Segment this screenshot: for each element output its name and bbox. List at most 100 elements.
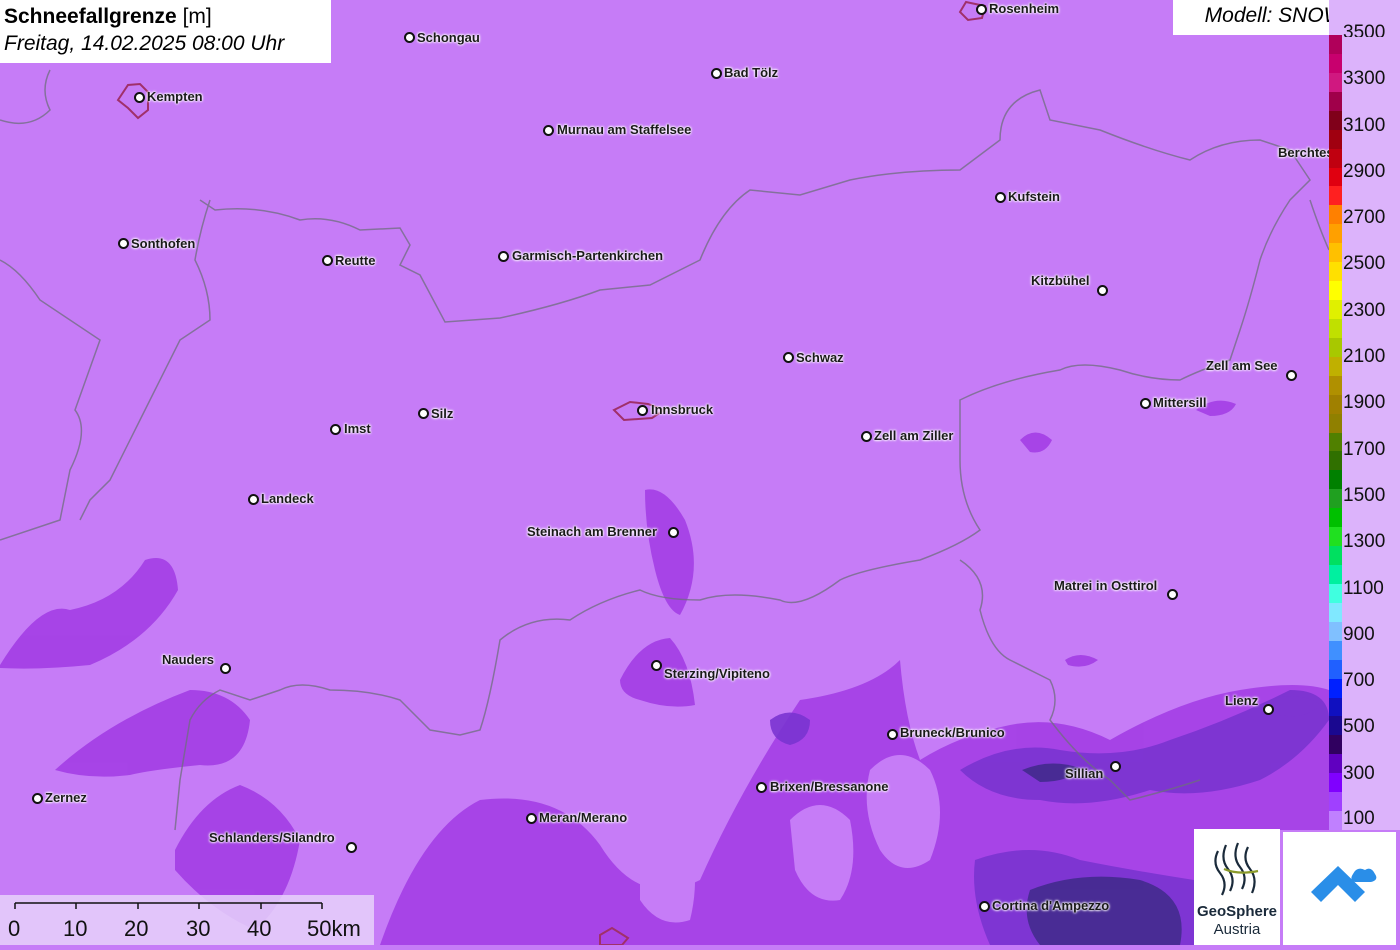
legend-swatch: [1329, 773, 1342, 793]
city-marker: [330, 424, 341, 435]
scale-label: 20: [124, 916, 149, 941]
legend-label: 1500: [1343, 485, 1386, 506]
city-label: Innsbruck: [651, 402, 714, 417]
legend-label: 1300: [1343, 531, 1386, 552]
city-label: Sterzing/Vipiteno: [664, 666, 770, 681]
city-marker: [418, 408, 429, 419]
city-marker: [756, 782, 767, 793]
city-label: Schwaz: [796, 350, 844, 365]
city-marker: [1110, 761, 1121, 772]
legend-swatch: [1329, 621, 1342, 642]
legend-label: 3300: [1343, 68, 1386, 89]
city-marker: [995, 192, 1006, 203]
legend-swatch: [1329, 337, 1342, 358]
city-marker: [1097, 285, 1108, 296]
legend-label: 100: [1343, 808, 1375, 829]
legend-swatch: [1329, 640, 1342, 661]
legend-label: 2100: [1343, 346, 1386, 367]
scale-label: 0: [8, 916, 21, 941]
legend-label: 1700: [1343, 439, 1386, 460]
city-marker: [861, 431, 872, 442]
legend-swatch: [1329, 110, 1342, 131]
city-marker: [651, 660, 662, 671]
city-marker: [887, 729, 898, 740]
legend-swatch: [1329, 205, 1342, 225]
city-marker: [32, 793, 43, 804]
legend-swatch: [1329, 792, 1342, 812]
city-label: Kufstein: [1008, 189, 1060, 204]
map-title: Schneefallgrenze [m]: [4, 4, 327, 30]
city-label: Schongau: [417, 30, 480, 45]
legend-swatch: [1329, 735, 1342, 755]
legend-swatch: [1329, 527, 1342, 547]
scale-label: 30: [186, 916, 211, 941]
city-marker: [783, 352, 794, 363]
map-title-unit: [m]: [182, 5, 212, 28]
legend-swatch: [1329, 262, 1342, 282]
map-title-main: Schneefallgrenze: [4, 5, 177, 28]
legend-swatch: [1329, 432, 1342, 452]
legend-swatch: [1329, 35, 1342, 55]
city-label: Bad Tölz: [724, 65, 779, 80]
city-marker: [220, 663, 231, 674]
legend-label: 300: [1343, 763, 1375, 784]
city-label: Mittersill: [1153, 395, 1207, 410]
city-marker: [976, 4, 987, 15]
city-label: Zell am See: [1206, 358, 1278, 373]
city-label: Lienz: [1225, 693, 1259, 708]
legend-swatch: [1329, 413, 1342, 433]
city-marker: [404, 32, 415, 43]
scale-label: 40: [247, 916, 272, 941]
title-panel: Schneefallgrenze [m] Freitag, 14.02.2025…: [0, 0, 331, 63]
snowgrid-logo: [1283, 832, 1396, 945]
legend-label: 900: [1343, 624, 1375, 645]
snowfall-map: [0, 0, 1400, 945]
legend-swatch: [1329, 356, 1342, 377]
city-marker: [134, 92, 145, 103]
legend-swatch: [1329, 167, 1342, 187]
city-label: Rosenheim: [989, 1, 1060, 16]
city-label: Zernez: [45, 790, 87, 805]
city-label: Brixen/Bressanone: [770, 779, 889, 794]
city-label: Nauders: [162, 652, 215, 667]
city-label: Murnau am Staffelsee: [557, 122, 692, 137]
city-label: Reutte: [335, 253, 376, 268]
city-label: Kitzbühel: [1031, 273, 1090, 288]
city-label: Zell am Ziller: [874, 428, 954, 443]
legend-swatch: [1329, 300, 1342, 320]
city-marker: [543, 125, 554, 136]
city-marker: [346, 842, 357, 853]
legend-label: 3500: [1343, 23, 1386, 37]
geosphere-icon: [1214, 842, 1259, 896]
logo-line1: GeoSphere: [1196, 903, 1278, 920]
legend-label: 2700: [1343, 207, 1386, 228]
city-marker: [322, 255, 333, 266]
legend-label: 500: [1343, 716, 1375, 737]
legend-label: 1900: [1343, 392, 1386, 413]
legend-color-bar: [1329, 35, 1342, 831]
city-marker: [118, 238, 129, 249]
legend-swatch: [1329, 565, 1342, 585]
legend-swatch: [1329, 148, 1342, 168]
map-datetime: Freitag, 14.02.2025 08:00 Uhr: [4, 32, 285, 55]
legend-label: 2300: [1343, 300, 1386, 321]
legend-swatch: [1329, 716, 1342, 736]
city-label: Steinach am Brenner: [527, 524, 658, 539]
scale-label: 10: [63, 916, 88, 941]
city-marker: [668, 527, 679, 538]
legend-swatch: [1329, 546, 1342, 566]
city-label: Silz: [431, 406, 454, 421]
city-label: Landeck: [261, 491, 314, 506]
legend-swatch: [1329, 470, 1342, 490]
city-marker: [526, 813, 537, 824]
city-marker: [1140, 398, 1151, 409]
city-label: Sillian: [1065, 766, 1104, 781]
legend-swatch: [1329, 72, 1342, 93]
legend-swatch: [1329, 811, 1342, 831]
city-label: Matrei in Osttirol: [1054, 578, 1158, 593]
city-marker: [711, 68, 722, 79]
city-marker: [979, 901, 990, 912]
city-label: Garmisch-Partenkirchen: [512, 248, 664, 263]
city-label: Meran/Merano: [539, 810, 628, 825]
city-label: Bruneck/Brunico: [900, 725, 1005, 740]
